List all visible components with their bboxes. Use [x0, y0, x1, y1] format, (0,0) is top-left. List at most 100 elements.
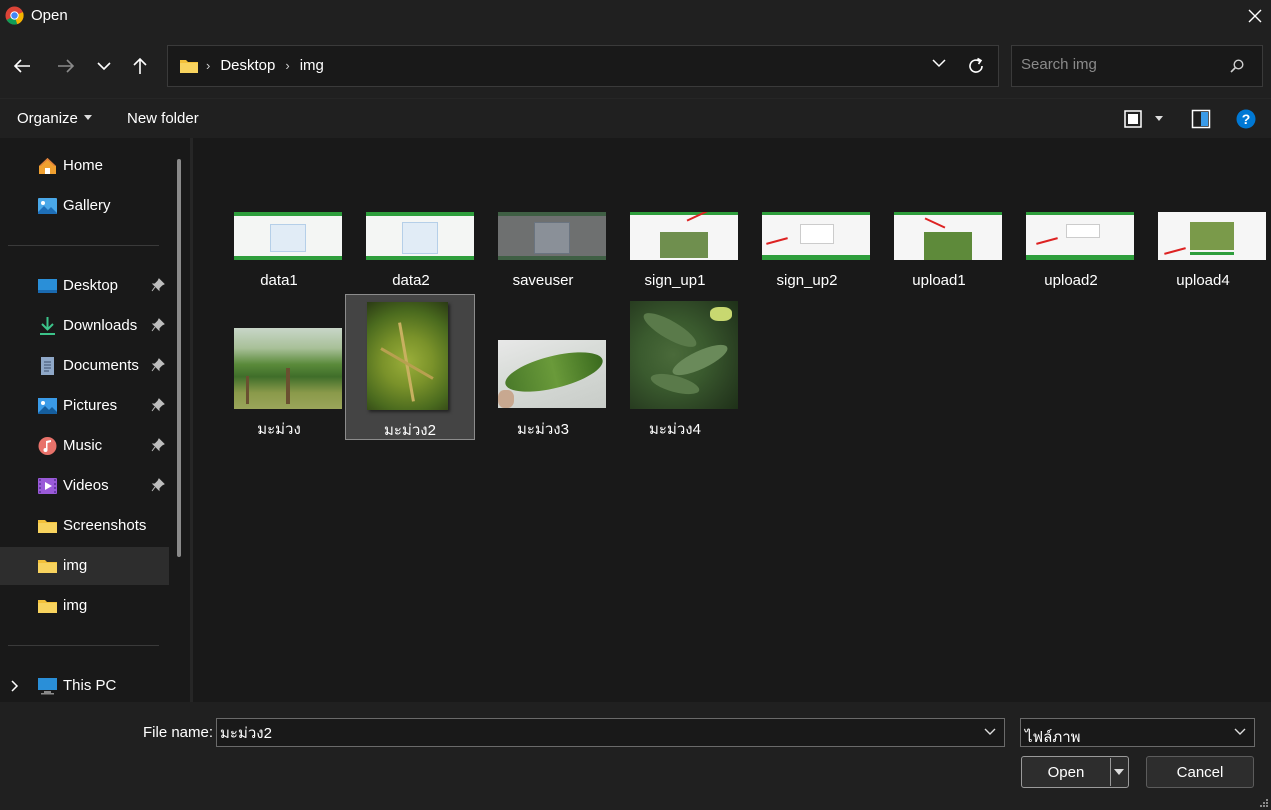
sidebar-item-label: Home — [63, 157, 104, 174]
chevron-down-icon[interactable] — [984, 728, 996, 736]
recent-locations-button[interactable] — [90, 52, 118, 80]
breadcrumb-desktop[interactable]: Desktop — [220, 57, 275, 74]
caret-down-icon[interactable] — [1154, 116, 1164, 122]
music-icon — [38, 437, 57, 455]
pin-icon — [151, 478, 165, 492]
downloads-icon — [40, 317, 55, 335]
organize-label: Organize — [17, 110, 78, 127]
file-thumbnail — [498, 340, 606, 408]
sidebar-item-label: Desktop — [63, 277, 119, 294]
help-icon[interactable]: ? — [1236, 109, 1256, 129]
pictures-icon — [38, 398, 57, 414]
file-name: upload1 — [912, 272, 966, 289]
forward-button[interactable] — [52, 52, 80, 80]
view-layout-icon[interactable] — [1123, 109, 1143, 129]
file-type-select[interactable]: ไฟล์ภาพ — [1020, 718, 1255, 747]
sidebar-scrollbar[interactable] — [177, 159, 181, 557]
file-item-selected[interactable]: มะม่วง2 — [345, 294, 475, 440]
file-name-combobox[interactable] — [216, 718, 1005, 747]
open-button[interactable]: Open — [1021, 756, 1129, 788]
file-thumbnail — [234, 328, 342, 409]
file-thumbnail — [894, 212, 1002, 260]
sidebar-item-label: Documents — [63, 357, 139, 374]
breadcrumb-separator: › — [285, 58, 290, 73]
sidebar-item-label: img — [63, 597, 88, 614]
pin-icon — [151, 358, 165, 372]
close-button[interactable] — [1239, 0, 1271, 32]
search-input[interactable] — [1021, 56, 1221, 73]
refresh-icon[interactable] — [966, 56, 986, 76]
sidebar-item-home[interactable]: Home — [0, 147, 169, 185]
search-icon — [1230, 59, 1244, 73]
dialog-footer: File name: ไฟล์ภาพ Open Cancel — [0, 702, 1271, 810]
folder-icon — [180, 60, 198, 73]
pin-icon — [151, 318, 165, 332]
sidebar-item-img-selected[interactable]: img — [0, 547, 169, 585]
sidebar-item-downloads[interactable]: Downloads — [0, 307, 169, 345]
preview-pane-icon[interactable] — [1191, 109, 1211, 129]
up-button[interactable] — [126, 52, 154, 80]
folder-icon — [38, 520, 57, 533]
navigation-bar: › Desktop › img — [0, 32, 1271, 98]
sidebar-item-music[interactable]: Music — [0, 427, 169, 465]
resize-grip-icon[interactable] — [1259, 798, 1269, 808]
file-item[interactable]: มะม่วง4 — [610, 294, 740, 440]
file-name: มะม่วง — [257, 421, 301, 438]
new-folder-button[interactable]: New folder — [127, 110, 199, 127]
breadcrumb-img[interactable]: img — [300, 57, 324, 74]
file-thumbnail — [367, 302, 448, 410]
folder-icon — [38, 600, 57, 613]
sidebar-item-pictures[interactable]: Pictures — [0, 387, 169, 425]
window-title: Open — [31, 7, 68, 24]
title-bar: Open — [0, 0, 1271, 32]
file-thumbnail — [630, 212, 738, 260]
sidebar-item-this-pc[interactable]: This PC — [0, 667, 169, 705]
sidebar-item-screenshots[interactable]: Screenshots — [0, 507, 169, 545]
file-name-input[interactable] — [220, 724, 960, 741]
sidebar-item-desktop[interactable]: Desktop — [0, 267, 169, 305]
sidebar-item-videos[interactable]: Videos — [0, 467, 169, 505]
file-name: sign_up2 — [776, 272, 838, 289]
file-item[interactable]: มะม่วง — [214, 294, 344, 440]
chevron-down-icon — [1234, 728, 1246, 735]
file-thumbnail — [366, 212, 474, 260]
sidebar-item-img[interactable]: img — [0, 587, 169, 625]
pin-icon — [151, 398, 165, 412]
file-name: sign_up1 — [644, 272, 706, 289]
cancel-button[interactable]: Cancel — [1146, 756, 1254, 788]
desktop-icon — [38, 279, 57, 293]
sidebar-divider — [8, 645, 159, 646]
file-name: data1 — [260, 272, 298, 289]
caret-down-icon[interactable] — [1114, 769, 1124, 775]
file-name: มะม่วง3 — [517, 421, 569, 438]
address-bar[interactable]: › Desktop › img — [167, 45, 999, 87]
file-thumbnail — [1158, 212, 1266, 260]
search-box[interactable] — [1011, 45, 1263, 87]
file-item[interactable]: upload4 — [1138, 204, 1268, 350]
chrome-icon — [5, 6, 24, 25]
file-thumbnail — [762, 212, 870, 260]
chevron-down-icon[interactable] — [932, 58, 946, 68]
sidebar-item-label: Gallery — [63, 197, 111, 214]
videos-icon — [38, 478, 57, 494]
file-name: upload2 — [1044, 272, 1098, 289]
command-bar: Organize New folder ? — [0, 98, 1271, 138]
sidebar-item-documents[interactable]: Documents — [0, 347, 169, 385]
documents-icon — [41, 357, 54, 375]
folder-icon — [38, 560, 57, 573]
pin-icon — [151, 438, 165, 452]
file-name: มะม่วง2 — [384, 422, 436, 439]
open-button-label: Open — [1047, 764, 1085, 781]
sidebar-item-label: Screenshots — [63, 517, 147, 534]
file-item[interactable]: sign_up2 — [742, 204, 872, 350]
organize-button[interactable]: Organize — [17, 110, 92, 127]
chevron-right-icon[interactable] — [11, 680, 19, 692]
sidebar-item-gallery[interactable]: Gallery — [0, 187, 169, 225]
file-item[interactable]: upload2 — [1006, 204, 1136, 350]
svg-text:?: ? — [1242, 111, 1251, 127]
file-item[interactable]: upload1 — [874, 204, 1004, 350]
split-divider — [1110, 758, 1111, 786]
file-item[interactable]: มะม่วง3 — [478, 294, 608, 440]
sidebar-item-label: Videos — [63, 477, 109, 494]
back-button[interactable] — [8, 52, 36, 80]
